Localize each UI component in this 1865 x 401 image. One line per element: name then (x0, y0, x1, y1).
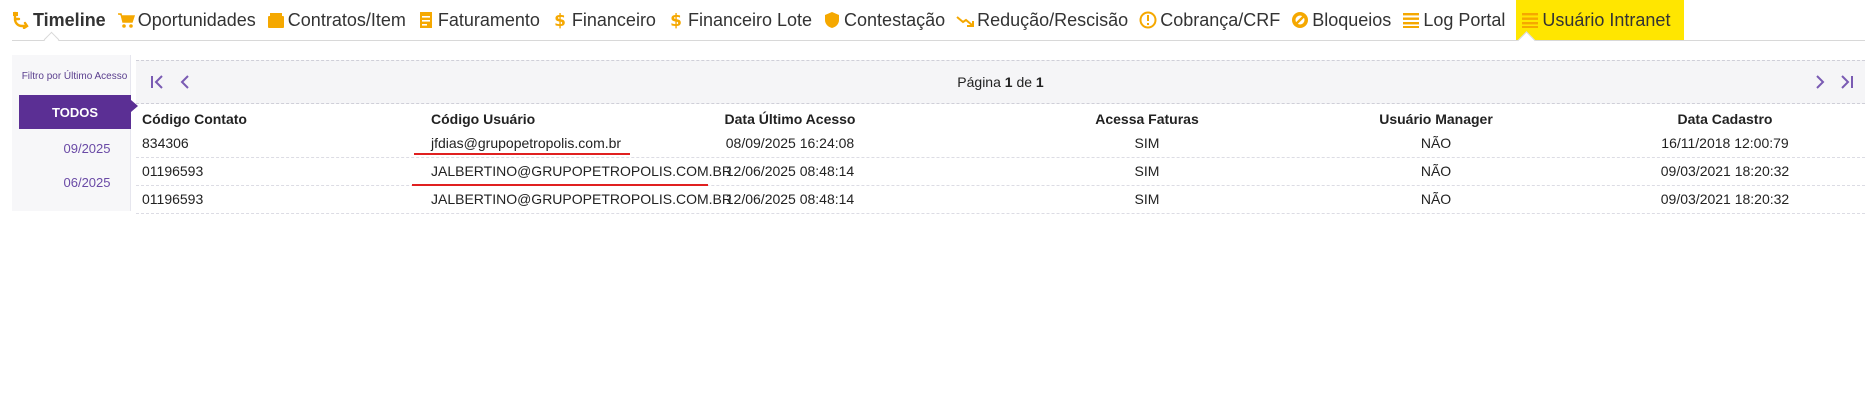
tab-reducao-rescisao[interactable]: Redução/Rescisão (956, 0, 1128, 40)
cell-acessa-faturas: SIM (1134, 191, 1160, 207)
dollar-icon: $ (667, 11, 685, 29)
annotation-underline (412, 184, 708, 186)
tab-label: Timeline (33, 9, 106, 30)
block-icon (1291, 11, 1309, 29)
tab-timeline[interactable]: Timeline (12, 0, 106, 40)
svg-text:$: $ (554, 11, 566, 29)
table-row[interactable]: 01196593 JALBERTINO@GRUPOPETROPOLIS.COM.… (136, 186, 1865, 214)
column-acessa-faturas[interactable]: Acessa Faturas (1047, 111, 1247, 127)
page-total: 1 (1035, 74, 1044, 90)
dollar-icon: $ (551, 11, 569, 29)
page-indicator: Página 1 de 1 (136, 74, 1865, 90)
filter-sidebar: Filtro por Último Acesso TODOS 09/2025 0… (12, 55, 131, 211)
column-codigo-usuario[interactable]: Código Usuário (431, 111, 535, 127)
filter-title: Filtro por Último Acesso (21, 71, 128, 82)
pagination-bar: Página 1 de 1 (136, 60, 1865, 104)
cell-codigo-usuario: jfdias@grupopetropolis.com.br (431, 135, 622, 151)
table-row[interactable]: 834306 jfdias@grupopetropolis.com.br 08/… (136, 130, 1865, 158)
svg-text:$: $ (670, 11, 682, 29)
filter-item-09-2025[interactable]: 09/2025 (19, 141, 155, 156)
table-header: Código Contato Código Usuário Data Últim… (136, 106, 1865, 132)
tab-usuario-intranet[interactable]: Usuário Intranet (1516, 0, 1685, 40)
timeline-icon (12, 11, 30, 29)
tab-bloqueios[interactable]: Bloqueios (1291, 0, 1391, 40)
tab-label: Contestação (844, 9, 946, 30)
tab-label: Contratos/Item (287, 9, 406, 30)
tab-label: Financeiro (571, 9, 656, 30)
cell-data-ultimo-acesso: 12/06/2025 08:48:14 (725, 191, 855, 207)
tab-label: Bloqueios (1312, 9, 1392, 30)
tab-label: Financeiro Lote (687, 9, 813, 30)
page-sep: de (1016, 74, 1033, 90)
tab-faturamento[interactable]: Faturamento (417, 0, 540, 40)
tab-financeiro[interactable]: $ Financeiro (551, 0, 656, 40)
tab-label: Redução/Rescisão (977, 9, 1129, 30)
tab-label: Cobrança/CRF (1160, 9, 1281, 30)
chevron-right-icon (1816, 75, 1825, 89)
list-icon (1402, 11, 1420, 29)
tab-financeiro-lote[interactable]: $ Financeiro Lote (667, 0, 812, 40)
filter-todos-button[interactable]: TODOS (19, 95, 131, 129)
trend-down-icon (956, 11, 975, 29)
cell-usuario-manager: NÃO (1420, 163, 1452, 179)
cell-usuario-manager: NÃO (1420, 191, 1452, 207)
alert-circle-icon (1139, 11, 1157, 29)
cell-data-cadastro: 16/11/2018 12:00:79 (1661, 135, 1789, 151)
table-row[interactable]: 01196593 JALBERTINO@GRUPOPETROPOLIS.COM.… (136, 158, 1865, 186)
tab-contestacao[interactable]: Contestação (823, 0, 945, 40)
last-page-icon (1841, 75, 1853, 89)
tab-label: Usuário Intranet (1542, 9, 1671, 30)
page-current: 1 (1004, 74, 1013, 90)
cell-data-cadastro: 09/03/2021 18:20:32 (1660, 163, 1790, 179)
cell-usuario-manager: NÃO (1420, 135, 1452, 151)
cell-data-ultimo-acesso: 08/09/2025 16:24:08 (725, 135, 855, 151)
last-page-button[interactable] (1836, 71, 1858, 93)
folder-icon (267, 11, 285, 29)
column-data-cadastro[interactable]: Data Cadastro (1625, 111, 1825, 127)
filter-item-06-2025[interactable]: 06/2025 (19, 175, 155, 190)
tab-label: Oportunidades (137, 9, 256, 30)
tab-bar: Timeline Oportunidades Contratos/Item Fa… (0, 0, 1865, 40)
column-data-ultimo-acesso[interactable]: Data Último Acesso (690, 111, 890, 127)
tab-oportunidades[interactable]: Oportunidades (117, 0, 256, 40)
cell-codigo-contato: 01196593 (142, 191, 204, 207)
cell-acessa-faturas: SIM (1134, 163, 1160, 179)
tab-label: Faturamento (437, 9, 540, 30)
page-prefix: Página (957, 74, 1001, 90)
cell-codigo-usuario: JALBERTINO@GRUPOPETROPOLIS.COM.BR (431, 191, 733, 207)
column-codigo-contato[interactable]: Código Contato (142, 111, 247, 127)
cell-acessa-faturas: SIM (1134, 135, 1160, 151)
cell-codigo-contato: 01196593 (142, 163, 204, 179)
tab-log-portal[interactable]: Log Portal (1402, 0, 1505, 40)
document-icon (417, 11, 435, 29)
annotation-underline (414, 153, 630, 155)
tabs-divider (12, 40, 1865, 41)
list-icon (1521, 11, 1539, 29)
cell-codigo-contato: 834306 (142, 135, 189, 151)
tab-cobranca-crf[interactable]: Cobrança/CRF (1139, 0, 1280, 40)
tab-label: Log Portal (1423, 9, 1506, 30)
tab-contratos-item[interactable]: Contratos/Item (267, 0, 406, 40)
cell-codigo-usuario: JALBERTINO@GRUPOPETROPOLIS.COM.BR (431, 163, 733, 179)
cell-data-cadastro: 09/03/2021 18:20:32 (1660, 191, 1790, 207)
cell-data-ultimo-acesso: 12/06/2025 08:48:14 (725, 163, 855, 179)
user-table-panel: Página 1 de 1 Código Contato Código Usuá… (136, 60, 1865, 215)
cart-icon (117, 11, 135, 29)
column-usuario-manager[interactable]: Usuário Manager (1336, 111, 1536, 127)
next-page-button[interactable] (1809, 71, 1831, 93)
shield-icon (823, 11, 841, 29)
